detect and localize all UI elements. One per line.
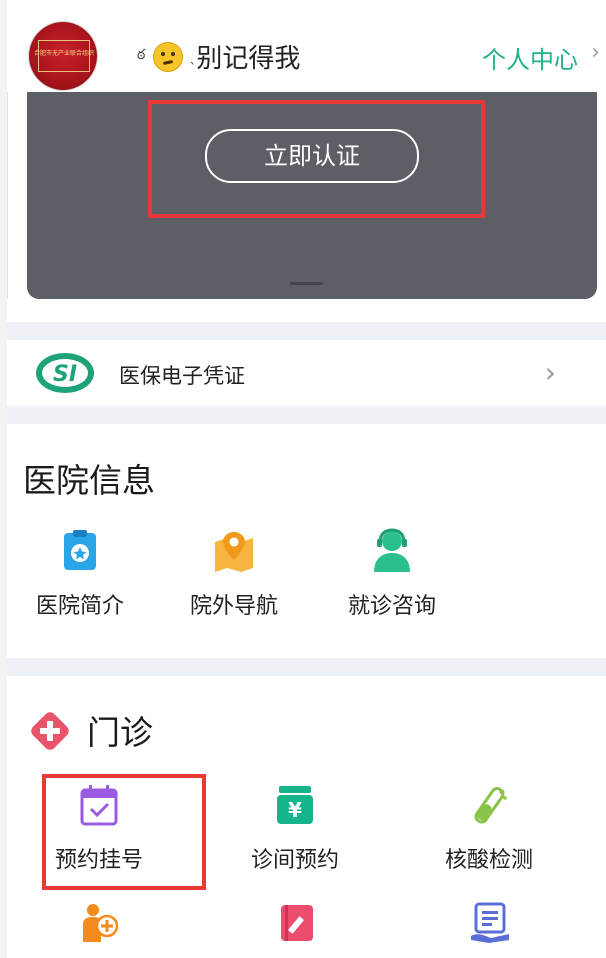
highlight-box-appointment xyxy=(42,774,206,890)
section-divider xyxy=(7,406,606,424)
hospital-info-title: 医院信息 xyxy=(23,461,155,500)
highlight-box-verify xyxy=(148,100,485,218)
avatar-seal-text: 合肥市无产业联合组织 xyxy=(34,50,95,57)
decoration-mark: ఠ xyxy=(137,47,146,63)
outpatient-title: 门诊 xyxy=(87,713,153,752)
navigation-item[interactable]: 院外导航 xyxy=(179,528,289,620)
section-divider xyxy=(7,322,606,340)
avatar[interactable]: 合肥市无产业联合组织 xyxy=(29,22,97,90)
consultation-item[interactable]: 就诊咨询 xyxy=(337,528,447,620)
medical-insurance-row[interactable]: SI 医保电子凭证 › xyxy=(7,340,606,406)
user-name-text: 别记得我 xyxy=(196,44,301,74)
svg-text:¥: ¥ xyxy=(288,798,302,822)
section-divider xyxy=(7,658,606,676)
person-plus-icon[interactable] xyxy=(79,902,119,944)
si-logo-icon: SI xyxy=(36,353,94,393)
card-page-indicator xyxy=(290,282,323,285)
hospital-intro-item[interactable]: 医院简介 xyxy=(25,528,135,620)
hospital-info-section: 医院信息 医院简介 院外导航 就诊咨询 xyxy=(7,424,606,660)
yen-box-icon: ¥ xyxy=(277,786,313,824)
notebook-pen-icon[interactable] xyxy=(277,902,317,944)
nucleic-acid-test-label: 核酸检测 xyxy=(444,848,533,873)
medical-cross-icon xyxy=(31,712,69,750)
confused-face-icon xyxy=(153,41,184,72)
clinic-appointment-label: 诊间预约 xyxy=(250,848,339,873)
map-pin-icon xyxy=(215,532,253,572)
medical-insurance-label: 医保电子凭证 xyxy=(119,364,245,388)
navigation-label: 院外导航 xyxy=(189,594,278,619)
list-hand-icon[interactable] xyxy=(469,902,511,944)
clipboard-badge-icon xyxy=(64,530,96,570)
profile-header: 合肥市无产业联合组织 ఠ ˎ 别记得我 个人中心 › xyxy=(7,0,606,92)
personal-center-link[interactable]: 个人中心 xyxy=(482,40,578,75)
user-name: ఠ ˎ 别记得我 xyxy=(137,38,300,75)
decoration-mark: ˎ xyxy=(189,48,197,65)
consultation-label: 就诊咨询 xyxy=(347,594,436,619)
chevron-right-icon[interactable]: › xyxy=(591,40,600,65)
hospital-intro-label: 医院简介 xyxy=(35,594,124,619)
clinic-appointment-item[interactable]: ¥ 诊间预约 xyxy=(239,784,351,874)
nucleic-acid-test-item[interactable]: 核酸检测 xyxy=(433,784,545,874)
support-agent-icon xyxy=(374,528,410,572)
test-tube-icon xyxy=(474,787,507,824)
si-logo-text: SI xyxy=(53,362,77,387)
chevron-right-icon[interactable]: › xyxy=(545,356,556,389)
